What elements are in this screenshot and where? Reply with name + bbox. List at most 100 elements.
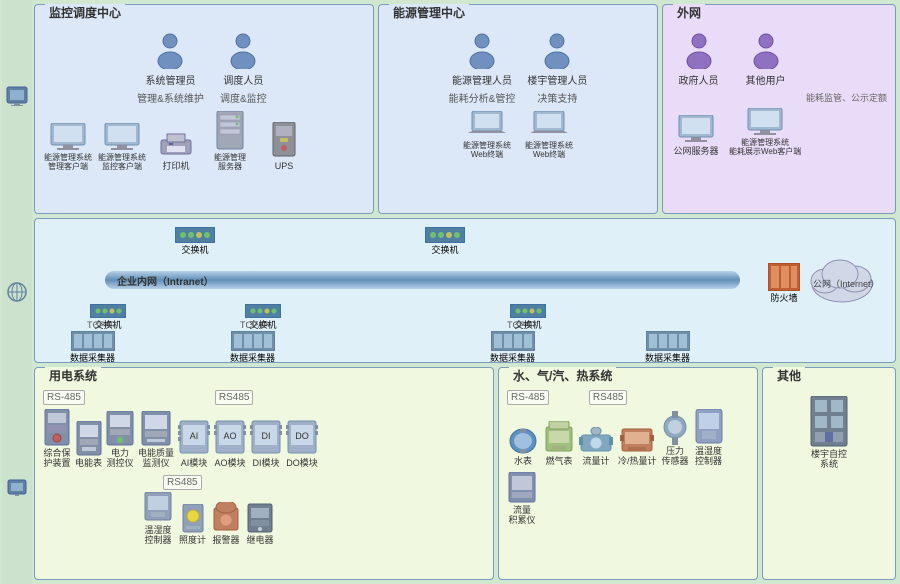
device-label5: UPS xyxy=(275,161,294,172)
sidebar-icon1 xyxy=(6,86,28,108)
sysadmin-label: 系统管理员 xyxy=(145,72,195,87)
lux-icon xyxy=(181,504,205,534)
bottom-section: 用电系统 RS-485 RS485 xyxy=(34,367,896,580)
laptop-icon2 xyxy=(530,111,568,139)
device-gas-meter: 燃气表 xyxy=(544,421,574,467)
device-label3: 打印机 xyxy=(162,161,189,172)
device-relay: 继电器 xyxy=(246,502,274,546)
heat-meter-icon xyxy=(620,425,654,455)
rs485-label3: RS485 xyxy=(163,475,202,490)
energy-meter-icon xyxy=(76,421,102,457)
dev-label-alarm: 报警器 xyxy=(213,536,240,546)
quality-monitor-icon xyxy=(141,411,171,447)
dev-label-building-auto: 楼宇自控系统 xyxy=(811,450,847,470)
energy-mgr-role: 能耗分析&管控 xyxy=(449,90,516,105)
main-container: 监控调度中心 系统管理员 管理&系统维护 调度人员 调度&监 xyxy=(0,0,900,584)
electric-panel: 用电系统 RS-485 RS485 xyxy=(34,367,494,580)
svg-text:AI: AI xyxy=(190,431,199,441)
water-rs485-2: RS485 xyxy=(589,390,628,405)
pc-icon3 xyxy=(746,108,784,136)
electric-content: RS-485 RS485 综合保护装置 xyxy=(43,390,485,546)
sidebar-icon3 xyxy=(6,476,28,498)
alarm-icon xyxy=(212,502,240,534)
energy-panel: 能源管理中心 能源管理人员 能耗分析&管控 楼宇管理人员 决 xyxy=(378,4,658,214)
device-water-meter: 水表 xyxy=(507,427,539,467)
device-quality-monitor: 电能质量监测仪 xyxy=(138,411,174,469)
device-ups: UPS xyxy=(259,122,309,172)
device-label2: 能源管理系统监控客户端 xyxy=(98,154,146,172)
collector-label1: 数据采集器 xyxy=(70,351,115,364)
collector-icon2 xyxy=(231,331,275,351)
device-temp-humidity: 温湿度控制器 xyxy=(694,409,724,467)
switch-icon4 xyxy=(245,304,281,318)
network-sidebar-icon xyxy=(6,281,28,303)
device-label4: 能源管理服务器 xyxy=(214,154,246,172)
electric-sub-row: RS485 xyxy=(43,473,485,490)
collector-icon4 xyxy=(646,331,690,351)
collector-icon3 xyxy=(491,331,535,351)
monitor-title: 监控调度中心 xyxy=(45,4,125,21)
water-rs485-row: RS-485 RS485 xyxy=(507,390,749,405)
device-power-ctrl: 电力测控仪 xyxy=(106,411,134,469)
device-flow-meter: 流量计 xyxy=(579,427,613,467)
water-meter-icon xyxy=(507,427,539,455)
ao-module-icon: AO xyxy=(214,417,246,457)
firewall-icon xyxy=(768,263,800,291)
device-heat-meter: 冷/热量计 xyxy=(618,425,657,467)
switch-label2: 交换机 xyxy=(431,243,458,256)
power-ctrl-icon xyxy=(106,411,134,447)
person-gov: 政府人员 xyxy=(671,33,726,87)
pressure-icon xyxy=(662,411,688,445)
collector2: 数据采集器 xyxy=(230,331,275,364)
person-building-mgr: 楼宇管理人员 决策支持 xyxy=(527,33,587,105)
water-panel: 水、气/汽、热系统 RS-485 RS485 xyxy=(498,367,758,580)
person-icon6 xyxy=(750,33,782,69)
collector3: 数据采集器 xyxy=(490,331,535,364)
electric-devices-row: 综合保护装置 电能表 xyxy=(43,409,485,469)
dev-label-lux: 照度计 xyxy=(179,536,206,546)
collector-label3: 数据采集器 xyxy=(490,351,535,364)
dev-label-relay: 继电器 xyxy=(247,536,274,546)
dev-label-di: DI模块 xyxy=(253,459,280,469)
device-label1: 能源管理系统管理客户端 xyxy=(44,154,92,172)
other-title: 其他 xyxy=(773,367,805,384)
left-sidebar xyxy=(2,0,32,584)
flow-meter-icon xyxy=(579,427,613,455)
device-protection: 综合保护装置 xyxy=(43,409,71,469)
external-role: 能耗监管、公示定额 xyxy=(671,91,887,104)
temp-ctrl-icon xyxy=(143,492,173,524)
switch-icon1 xyxy=(175,227,215,243)
laptop-icon1 xyxy=(468,111,506,139)
dev-label-ai: AI模块 xyxy=(181,459,208,469)
collector-label2: 数据采集器 xyxy=(230,351,275,364)
dev-label-ao: AO模块 xyxy=(215,459,246,469)
external-title: 外网 xyxy=(673,4,705,21)
collector-label4: 数据采集器 xyxy=(645,351,690,364)
monitor-panel: 监控调度中心 系统管理员 管理&系统维护 调度人员 调度&监 xyxy=(34,4,374,214)
switch-icon3 xyxy=(90,304,126,318)
pc-icon1 xyxy=(49,123,87,151)
device-server: 能源管理服务器 xyxy=(205,111,255,172)
monitor-sidebar-icon xyxy=(6,86,28,108)
device-temp-ctrl: 温湿度控制器 xyxy=(143,492,173,546)
energy-mgr-label: 能源管理人员 xyxy=(452,72,512,87)
switch-label1: 交换机 xyxy=(181,243,208,256)
electric-title: 用电系统 xyxy=(45,367,101,384)
dispatcher-role: 调度&监控 xyxy=(220,90,267,105)
external-persons: 政府人员 其他用户 xyxy=(671,33,887,87)
device-lux-meter: 照度计 xyxy=(179,504,206,546)
person-icon xyxy=(154,33,186,69)
device-pressure-sensor: 压力传感器 xyxy=(662,411,689,467)
firewall-label: 防火墙 xyxy=(770,291,797,304)
relay-icon xyxy=(246,502,274,534)
device-label6: 能源管理系统Web终端 xyxy=(463,142,511,160)
dev-label-power-ctrl: 电力测控仪 xyxy=(107,449,134,469)
cumulative-flow-icon xyxy=(507,472,537,504)
gas-meter-icon xyxy=(544,421,574,455)
device-ao-module: AO AO模块 xyxy=(214,417,246,469)
device-energy-meter: 电能表 xyxy=(75,421,102,469)
energy-title: 能源管理中心 xyxy=(389,4,469,21)
device-display-client: 能源管理系统能耗展示Web客户端 xyxy=(729,108,801,157)
water-title: 水、气/汽、热系统 xyxy=(509,367,616,384)
dispatcher-label: 调度人员 xyxy=(223,72,263,87)
